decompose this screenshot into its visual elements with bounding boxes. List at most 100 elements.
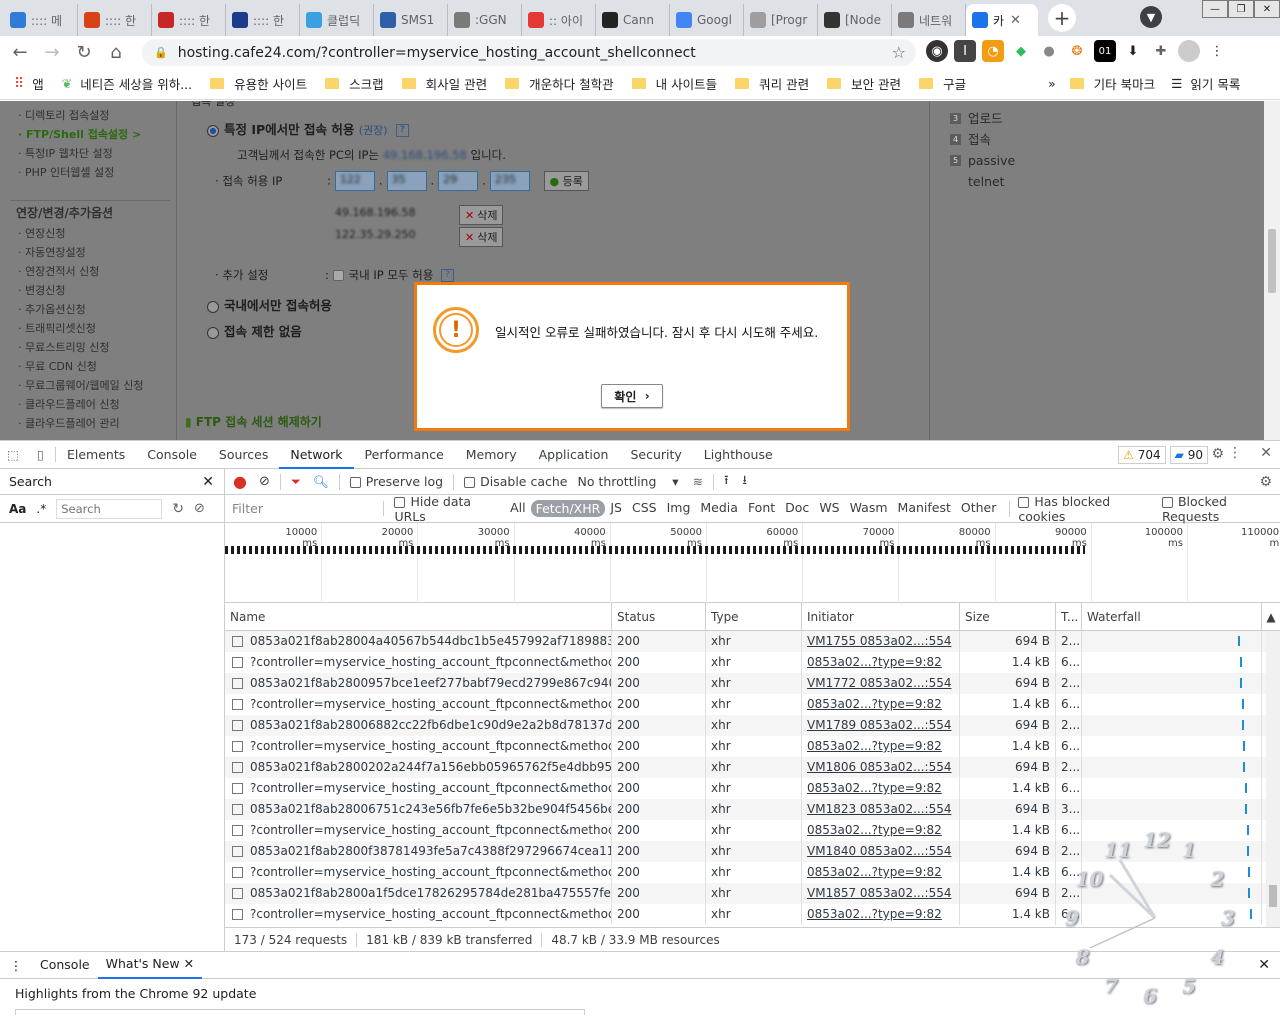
nav-item[interactable]: · 무료 CDN 신청	[10, 357, 170, 376]
nav-item[interactable]: · 클라우드플레어 신청	[10, 395, 170, 414]
network-conditions-icon[interactable]: ≋	[693, 474, 703, 489]
column-header[interactable]: Type	[706, 603, 802, 630]
extension-globe-icon[interactable]: ◉	[926, 40, 948, 62]
devtools-menu-icon[interactable]: ⋮	[1228, 445, 1242, 461]
browser-tab[interactable]: SMS1	[374, 4, 448, 36]
warnings-badge[interactable]: ⚠ 704	[1118, 446, 1166, 464]
profile-avatar[interactable]	[1178, 40, 1200, 62]
drawer-tab-console[interactable]: Console	[32, 951, 98, 979]
nav-item[interactable]: · 자동연장설정	[10, 243, 170, 262]
request-name[interactable]: 0853a021f8ab28006751c243e56fb7fe6e5b32be…	[225, 799, 612, 820]
match-case-toggle[interactable]: Aa	[9, 502, 26, 516]
column-header[interactable]: Name	[225, 603, 612, 630]
request-name[interactable]: ?controller=myservice_hosting_account_ft…	[225, 862, 612, 883]
column-header[interactable]: Initiator	[802, 603, 960, 630]
browser-tab[interactable]: :::: 한	[152, 4, 226, 36]
request-initiator-link[interactable]: 0853a02...?type=9:82	[802, 736, 960, 757]
request-name[interactable]: ?controller=myservice_hosting_account_ft…	[225, 820, 612, 841]
bookmark-item[interactable]: 쿼리 관련	[735, 74, 809, 93]
more-bookmarks-button[interactable]: »	[1048, 76, 1056, 91]
domestic-all-checkbox[interactable]	[332, 270, 344, 281]
page-scrollbar[interactable]	[1264, 101, 1280, 440]
bookmark-item[interactable]: 유용한 사이트	[210, 74, 307, 93]
close-devtools-icon[interactable]: ✕	[1260, 445, 1272, 461]
nav-item[interactable]: · 연장신청	[10, 224, 170, 243]
help-icon[interactable]: ?	[440, 269, 454, 282]
browser-tab[interactable]: :::: 메	[4, 4, 78, 36]
devtools-tab-application[interactable]: Application	[528, 441, 620, 469]
browser-tab[interactable]: 네트워	[892, 4, 966, 36]
inspect-icon[interactable]: ⬚	[0, 447, 26, 462]
table-scrollbar[interactable]	[1266, 631, 1280, 927]
request-initiator-link[interactable]: 0853a02...?type=9:82	[802, 820, 960, 841]
table-row[interactable]: ?controller=myservice_hosting_account_ft…	[225, 904, 1280, 925]
filter-type-ws[interactable]: WS	[814, 500, 844, 517]
browser-tab[interactable]: Cann	[596, 4, 670, 36]
regex-toggle[interactable]: .*	[36, 502, 46, 516]
table-row[interactable]: ?controller=myservice_hosting_account_ft…	[225, 820, 1280, 841]
table-row[interactable]: 0853a021f8ab2800957bce1eef277babf79ecd27…	[225, 673, 1280, 694]
refresh-icon[interactable]: ↻	[172, 501, 184, 517]
search-icon[interactable]: 🔍︎	[313, 474, 329, 490]
request-initiator-link[interactable]: VM1840 0853a02...:554	[802, 841, 960, 862]
table-row[interactable]: ?controller=myservice_hosting_account_ft…	[225, 862, 1280, 883]
request-initiator-link[interactable]: 0853a02...?type=9:82	[802, 652, 960, 673]
nav-item[interactable]: · 무료그룹웨어/웹메일 신청	[10, 376, 170, 395]
filter-type-manifest[interactable]: Manifest	[893, 500, 956, 517]
extension-gray-icon[interactable]: ●	[1038, 40, 1060, 62]
table-row[interactable]: 0853a021f8ab28006751c243e56fb7fe6e5b32be…	[225, 799, 1280, 820]
browser-tab[interactable]: :: 아이	[522, 4, 596, 36]
request-initiator-link[interactable]: 0853a02...?type=9:82	[802, 694, 960, 715]
request-name[interactable]: 0853a021f8ab2800a1f5dce17826295784de281b…	[225, 883, 612, 904]
filter-type-doc[interactable]: Doc	[780, 500, 814, 517]
filter-type-fetchxhr[interactable]: Fetch/XHR	[530, 500, 606, 517]
filter-type-font[interactable]: Font	[743, 500, 780, 517]
ok-button[interactable]: 확인 ›	[601, 384, 663, 408]
devtools-tab-console[interactable]: Console	[136, 441, 208, 469]
bookmark-item[interactable]: ⠿ 앱	[14, 74, 44, 93]
table-row[interactable]: 0853a021f8ab2800f38781493fe5a7c4388f2972…	[225, 841, 1280, 862]
option-domestic-only[interactable]: 국내에서만 접속허용	[207, 295, 332, 314]
column-header[interactable]: Status	[612, 603, 706, 630]
device-toolbar-icon[interactable]: ▯	[26, 447, 56, 462]
devtools-tab-security[interactable]: Security	[619, 441, 692, 469]
browser-tab[interactable]: :::: 한	[78, 4, 152, 36]
ip-octet-3[interactable]: 29	[438, 171, 479, 191]
request-name[interactable]: 0853a021f8ab2800f38781493fe5a7c4388f2972…	[225, 841, 612, 862]
column-header[interactable]: T...	[1056, 603, 1082, 630]
request-name[interactable]: ?controller=myservice_hosting_account_ft…	[225, 778, 612, 799]
browser-tab[interactable]: 클럽딕	[300, 4, 374, 36]
export-har-icon[interactable]: ⭳	[742, 471, 746, 492]
table-row[interactable]: 0853a021f8ab2800202a244f7a156ebb05965762…	[225, 757, 1280, 778]
disable-cache-checkbox[interactable]: Disable cache	[464, 474, 567, 489]
column-header[interactable]: Waterfall	[1082, 603, 1262, 630]
scrollbar-thumb[interactable]	[1269, 885, 1277, 907]
nav-item[interactable]: · 특정IP 웹차단 설정	[10, 144, 170, 163]
evernote-icon[interactable]: ◆	[1010, 40, 1032, 62]
radio-specific-ip[interactable]	[207, 124, 219, 137]
bookmark-item[interactable]: 개운하다 철학관	[505, 74, 614, 93]
record-icon[interactable]: ●	[233, 472, 247, 491]
filter-type-img[interactable]: Img	[662, 500, 696, 517]
delete-button-1[interactable]: ✕ 삭제	[459, 205, 504, 225]
request-name[interactable]: ?controller=myservice_hosting_account_ft…	[225, 652, 612, 673]
tab-active[interactable]: 카 ✕	[966, 4, 1038, 36]
extension-download-icon[interactable]: ⬇	[1122, 40, 1144, 62]
request-name[interactable]: 0853a021f8ab2800957bce1eef277babf79ecd27…	[225, 673, 612, 694]
ip-octet-2[interactable]: 35	[386, 171, 427, 191]
nav-item[interactable]: · PHP 인터웹셀 설정	[10, 163, 170, 182]
blocked-requests-checkbox[interactable]: Blocked Requests	[1161, 494, 1280, 524]
request-initiator-link[interactable]: VM1857 0853a02...:554	[802, 883, 960, 904]
bookmark-item[interactable]: 보안 관련	[827, 74, 901, 93]
request-initiator-link[interactable]: 0853a02...?type=9:82	[802, 904, 960, 925]
nav-item[interactable]: · FTP/Shell 접속설정 >	[10, 125, 170, 144]
new-tab-button[interactable]: +	[1048, 4, 1076, 32]
domestic-all-option[interactable]: : 국내 IP 모두 허용 ?	[325, 267, 454, 283]
devtools-tab-lighthouse[interactable]: Lighthouse	[693, 441, 784, 469]
ip-octet-4[interactable]: 235	[489, 171, 530, 191]
nav-item[interactable]: · 연장견적서 신청	[10, 262, 170, 281]
rss-icon[interactable]: ◔	[982, 40, 1004, 62]
sort-arrow-icon[interactable]: ▲	[1262, 603, 1280, 630]
settings-gear-icon[interactable]: ⚙	[1211, 446, 1224, 462]
request-initiator-link[interactable]: VM1806 0853a02...:554	[802, 757, 960, 778]
